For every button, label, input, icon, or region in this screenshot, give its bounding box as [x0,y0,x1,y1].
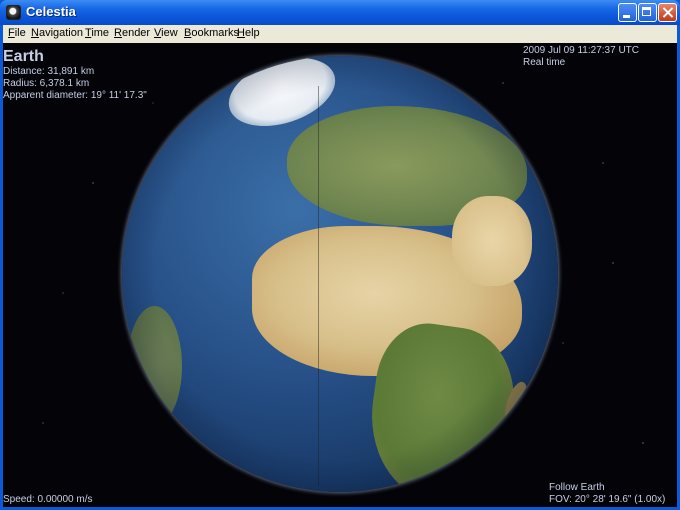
menu-help[interactable]: Help [237,27,260,39]
selected-object-name: Earth [3,48,44,65]
menu-file[interactable]: File [8,27,26,39]
menu-bookmarks[interactable]: Bookmarks [184,27,239,39]
atmosphere-limb-shading [122,56,558,492]
object-info-panel: Distance: 31,891 km Radius: 6,378.1 km A… [3,66,147,102]
fov-readout: FOV: 20° 28' 19.6" (1.00x) [549,494,666,505]
title-bar[interactable]: Celestia [0,0,680,25]
datetime-readout: 2009 Jul 09 11:27:37 UTC [523,45,640,56]
menu-time[interactable]: Time [85,27,109,39]
time-panel: 2009 Jul 09 11:27:37 UTC Real time [523,45,639,69]
distance-readout: Distance: 31,891 km [3,66,95,77]
speed-readout: Speed: 0.00000 m/s [3,494,93,505]
window-title: Celestia [26,4,76,19]
radius-readout: Radius: 6,378.1 km [3,78,90,89]
apparent-diameter-readout: Apparent diameter: 19° 11' 17.3" [3,90,147,101]
maximize-button[interactable] [638,3,657,22]
menu-bar: File Navigation Time Render View Bookmar… [3,25,677,43]
render-viewport[interactable] [3,43,677,507]
camera-panel: Follow Earth FOV: 20° 28' 19.6" (1.00x) [549,482,665,506]
menu-view[interactable]: View [154,27,178,39]
follow-status: Follow Earth [549,482,605,493]
celestia-app-icon[interactable] [6,5,21,20]
earth-globe[interactable] [122,56,558,492]
app-window: Celestia File Navigation Time Render Vie… [0,0,680,510]
time-mode-readout: Real time [523,57,566,68]
menu-render[interactable]: Render [114,27,150,39]
menu-navigation[interactable]: Navigation [31,27,83,39]
close-button[interactable] [658,3,677,22]
minimize-button[interactable] [618,3,637,22]
